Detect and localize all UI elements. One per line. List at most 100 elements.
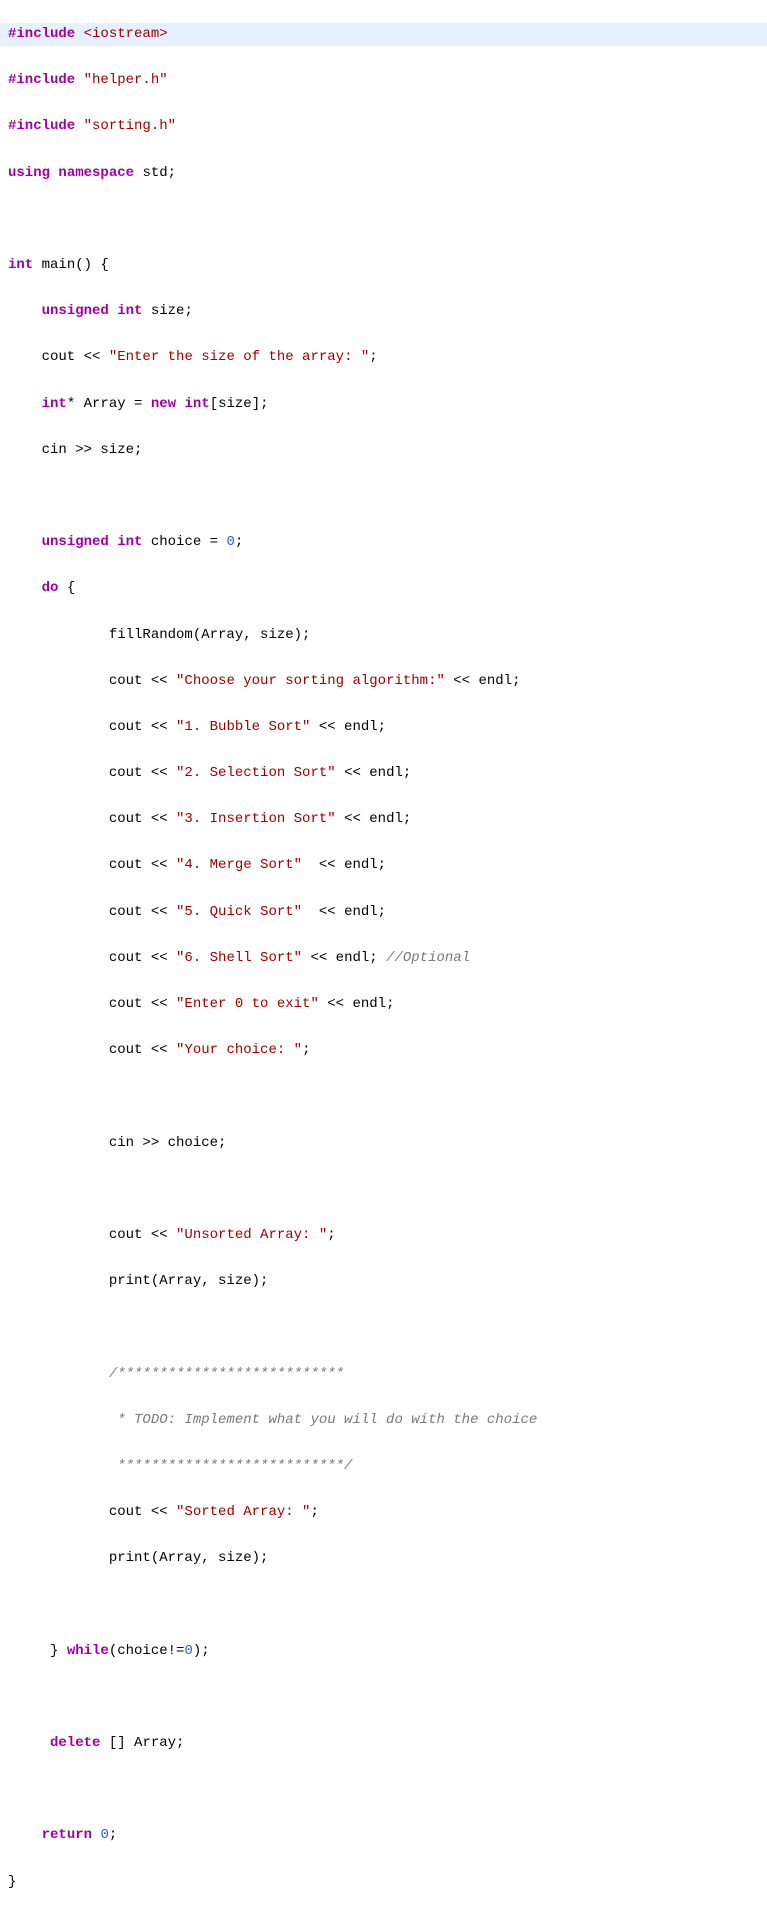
indent — [8, 1735, 50, 1751]
code-text: cout << — [8, 765, 176, 781]
code-line: cin >> size; — [0, 439, 767, 462]
code-line: print(Array, size); — [0, 1270, 767, 1293]
code-text: cin >> choice; — [8, 1135, 226, 1151]
code-text: cout << — [8, 1504, 176, 1520]
string: "Sorted Array: " — [176, 1504, 310, 1520]
code-line: cout << "Enter 0 to exit" << endl; — [0, 993, 767, 1016]
string: "5. Quick Sort" — [176, 904, 302, 920]
string: "Choose your sorting algorithm:" — [176, 673, 445, 689]
type: int — [8, 257, 33, 273]
code-text: << endl; — [336, 811, 412, 827]
type: int — [42, 396, 67, 412]
code-text: print(Array, size); — [8, 1550, 268, 1566]
code-text: choice = — [142, 534, 226, 550]
type: int — [184, 396, 209, 412]
keyword: unsigned — [42, 534, 109, 550]
comment: ***************************/ — [8, 1458, 352, 1474]
code-text: ; — [310, 1504, 318, 1520]
code-text: [] Array; — [100, 1735, 184, 1751]
code-text: fillRandom(Array, size); — [8, 627, 310, 643]
keyword: do — [42, 580, 59, 596]
code-text: << endl; — [302, 904, 386, 920]
string: "1. Bubble Sort" — [176, 719, 310, 735]
code-line: cout << "5. Quick Sort" << endl; — [0, 901, 767, 924]
number: 0 — [100, 1827, 108, 1843]
code-text: << endl; — [310, 719, 386, 735]
code-line: delete [] Array; — [0, 1732, 767, 1755]
indent — [8, 396, 42, 412]
code-text: ; — [235, 534, 243, 550]
code-text: cout << — [8, 349, 109, 365]
code-text: (choice!= — [109, 1643, 185, 1659]
code-line — [0, 1085, 767, 1108]
number: 0 — [184, 1643, 192, 1659]
code-text: << endl; — [445, 673, 521, 689]
code-text: cout << — [8, 904, 176, 920]
string: "2. Selection Sort" — [176, 765, 336, 781]
include-target: <iostream> — [84, 26, 168, 42]
code-line: using namespace std; — [0, 162, 767, 185]
code-text: ); — [193, 1643, 210, 1659]
code-line — [0, 1778, 767, 1801]
code-line: cin >> choice; — [0, 1132, 767, 1155]
string: "Enter 0 to exit" — [176, 996, 319, 1012]
comment: /*************************** — [8, 1366, 344, 1382]
code-line: do { — [0, 577, 767, 600]
preproc-directive: #include — [8, 72, 84, 88]
code-line: cout << "Choose your sorting algorithm:"… — [0, 670, 767, 693]
code-text: cout << — [8, 996, 176, 1012]
code-line: int* Array = new int[size]; — [0, 393, 767, 416]
code-text: cin >> size; — [8, 442, 142, 458]
preproc-directive: #include — [8, 26, 84, 42]
code-line: #include "sorting.h" — [0, 115, 767, 138]
code-text: cout << — [8, 719, 176, 735]
code-line: cout << "4. Merge Sort" << endl; — [0, 854, 767, 877]
code-block: #include <iostream> #include "helper.h" … — [0, 0, 767, 1917]
code-text: << endl; — [319, 996, 395, 1012]
string: "6. Shell Sort" — [176, 950, 302, 966]
code-line: cout << "1. Bubble Sort" << endl; — [0, 716, 767, 739]
code-line: unsigned int choice = 0; — [0, 531, 767, 554]
code-text: cout << — [8, 857, 176, 873]
code-line: cout << "Your choice: "; — [0, 1039, 767, 1062]
code-line: } — [0, 1871, 767, 1894]
code-text: ; — [302, 1042, 310, 1058]
code-text: ; — [327, 1227, 335, 1243]
code-line: ***************************/ — [0, 1455, 767, 1478]
string: "Unsorted Array: " — [176, 1227, 327, 1243]
comment: //Optional — [386, 950, 470, 966]
code-line: unsigned int size; — [0, 300, 767, 323]
code-line: fillRandom(Array, size); — [0, 624, 767, 647]
code-text: } — [8, 1643, 67, 1659]
code-line: cout << "6. Shell Sort" << endl; //Optio… — [0, 947, 767, 970]
code-line — [0, 1686, 767, 1709]
keyword: while — [67, 1643, 109, 1659]
code-line: print(Array, size); — [0, 1547, 767, 1570]
type: int — [117, 534, 142, 550]
space — [109, 534, 117, 550]
code-line — [0, 1178, 767, 1201]
keyword: delete — [50, 1735, 100, 1751]
space — [109, 303, 117, 319]
code-line — [0, 1593, 767, 1616]
type: int — [117, 303, 142, 319]
keyword: new — [151, 396, 176, 412]
code-line: #include <iostream> — [0, 23, 767, 46]
code-text: cout << — [8, 950, 176, 966]
string: "Enter the size of the array: " — [109, 349, 369, 365]
indent — [8, 303, 42, 319]
code-text: cout << — [8, 1042, 176, 1058]
code-line: } while(choice!=0); — [0, 1640, 767, 1663]
keyword: using — [8, 165, 50, 181]
code-line: cout << "Sorted Array: "; — [0, 1501, 767, 1524]
string: "Your choice: " — [176, 1042, 302, 1058]
code-text: { — [58, 580, 75, 596]
space — [92, 1827, 100, 1843]
code-text: ; — [369, 349, 377, 365]
code-line: cout << "2. Selection Sort" << endl; — [0, 762, 767, 785]
keyword: namespace — [58, 165, 134, 181]
keyword: unsigned — [42, 303, 109, 319]
code-text: [size]; — [210, 396, 269, 412]
code-line: cout << "Unsorted Array: "; — [0, 1224, 767, 1247]
number: 0 — [226, 534, 234, 550]
